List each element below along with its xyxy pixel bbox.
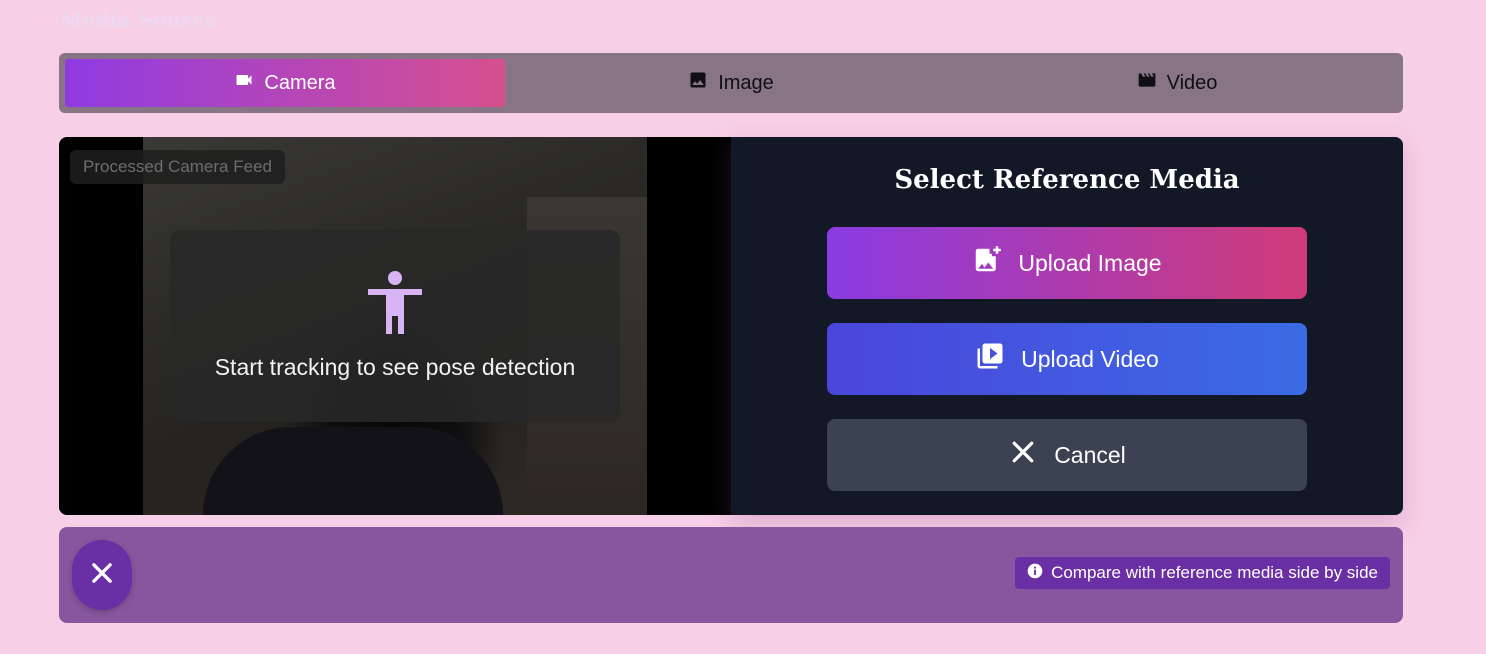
cancel-label: Cancel xyxy=(1054,441,1126,468)
reference-media-panel: Select Reference Media Upload Image Uplo… xyxy=(731,137,1403,515)
cancel-button[interactable]: Cancel xyxy=(827,419,1307,491)
section-title: Media Source xyxy=(60,8,218,32)
tab-image[interactable]: Image xyxy=(511,59,951,107)
feed-label: Processed Camera Feed xyxy=(70,150,285,184)
upload-image-button[interactable]: Upload Image xyxy=(827,227,1307,299)
tab-video[interactable]: Video xyxy=(957,59,1397,107)
bottom-control-bar: Compare with reference media side by sid… xyxy=(59,527,1403,623)
media-source-tabs: Camera Image Video xyxy=(59,53,1403,113)
video-library-icon xyxy=(975,341,1005,377)
accessibility-person-icon xyxy=(366,270,424,334)
upload-video-button[interactable]: Upload Video xyxy=(827,323,1307,395)
pose-detection-overlay: Start tracking to see pose detection xyxy=(170,230,620,422)
info-text: Compare with reference media side by sid… xyxy=(1051,563,1378,582)
close-icon xyxy=(1008,437,1038,473)
image-icon xyxy=(688,70,708,96)
overlay-message: Start tracking to see pose detection xyxy=(214,354,576,380)
upload-image-label: Upload Image xyxy=(1018,249,1162,276)
upload-video-label: Upload Video xyxy=(1021,345,1159,372)
movie-icon xyxy=(1137,70,1157,96)
videocam-icon xyxy=(234,70,254,96)
close-icon xyxy=(88,559,116,592)
info-icon xyxy=(1027,563,1043,584)
tab-camera[interactable]: Camera xyxy=(65,59,505,107)
tab-image-label: Image xyxy=(718,71,774,94)
tab-camera-label: Camera xyxy=(264,71,336,94)
add-photo-icon xyxy=(972,245,1002,281)
info-chip: Compare with reference media side by sid… xyxy=(1015,557,1390,589)
tab-video-label: Video xyxy=(1166,71,1218,94)
reference-title: Select Reference Media xyxy=(894,165,1240,195)
close-fab-button[interactable] xyxy=(72,540,132,610)
